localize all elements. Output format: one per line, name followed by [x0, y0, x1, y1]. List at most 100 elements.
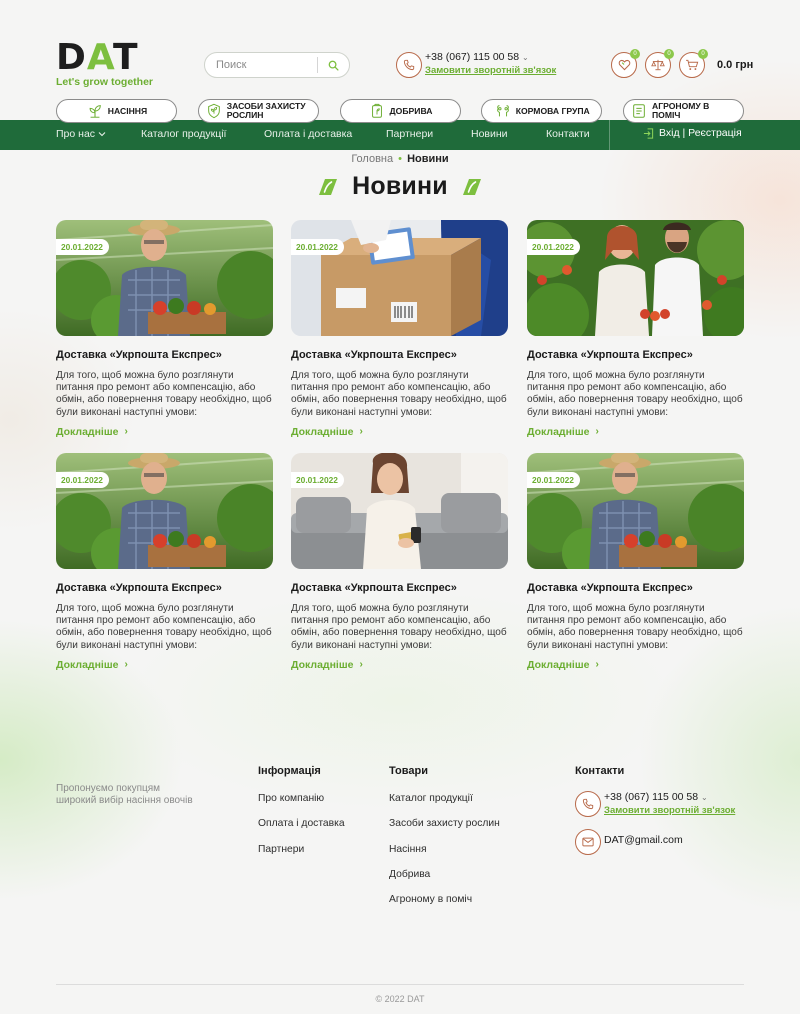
- phone-number[interactable]: +38 (067) 115 00 58 ⌄: [425, 51, 556, 63]
- search-input[interactable]: [205, 59, 317, 71]
- news-title[interactable]: Доставка «Укрпошта Експрес»: [291, 582, 508, 594]
- phone-icon: [396, 52, 422, 78]
- news-image[interactable]: 20.01.2022: [291, 453, 508, 569]
- search-icon: [328, 60, 339, 71]
- footer-goods-title: Товари: [389, 765, 428, 777]
- news-title[interactable]: Доставка «Укрпошта Експрес»: [527, 582, 744, 594]
- nav-partners[interactable]: Партнери: [386, 128, 433, 140]
- cart-button[interactable]: 0: [679, 49, 708, 78]
- footer-link-plant-protection[interactable]: Засоби захисту рослин: [389, 818, 500, 843]
- logo[interactable]: DAT Let's grow together: [56, 37, 160, 89]
- scales-icon: [651, 59, 665, 71]
- header-actions: 0 0 0 0.0 грн: [611, 49, 753, 78]
- breadcrumb-current: Новини: [407, 153, 449, 165]
- plant-protection-icon: [205, 102, 223, 120]
- news-title[interactable]: Доставка «Укрпошта Експрес»: [291, 349, 508, 361]
- mail-icon: [575, 829, 601, 855]
- feed-icon: [494, 102, 512, 120]
- news-excerpt: Для того, щоб можна було розглянути пита…: [527, 370, 743, 418]
- news-image[interactable]: 20.01.2022: [56, 453, 273, 569]
- read-more-link[interactable]: Докладніше ›: [527, 659, 599, 671]
- footer-link-payment-delivery[interactable]: Оплата і доставка: [258, 818, 345, 843]
- footer-info-title: Інформація: [258, 765, 321, 777]
- nav-contacts[interactable]: Контакти: [546, 128, 590, 140]
- news-card: 20.01.2022 Доставка «Укрпошта Експрес» Д…: [291, 453, 508, 673]
- category-agronomist-help[interactable]: Агроному в поміч: [623, 99, 744, 123]
- news-card: 20.01.2022 Доставка «Укрпошта Експрес» Д…: [527, 453, 744, 673]
- category-fertilizers[interactable]: Добрива: [339, 99, 461, 123]
- heart-icon: [618, 59, 630, 71]
- logo-mark: DAT: [56, 37, 139, 78]
- favorites-badge: 0: [630, 49, 640, 59]
- leaf-icon: [462, 178, 481, 195]
- category-label: Кормова група: [515, 105, 590, 116]
- news-excerpt: Для того, щоб можна було розглянути пита…: [56, 603, 272, 651]
- news-title[interactable]: Доставка «Укрпошта Експрес»: [56, 582, 273, 594]
- nav-divider: [609, 120, 610, 150]
- category-feed-group[interactable]: Кормова група: [481, 99, 603, 123]
- chevron-down-icon[interactable]: ⌄: [701, 793, 708, 802]
- footer-link-about-company[interactable]: Про компанію: [258, 793, 345, 818]
- news-date: 20.01.2022: [527, 239, 580, 255]
- footer-email-address[interactable]: DAT@gmail.com: [604, 834, 683, 846]
- news-image[interactable]: 20.01.2022: [291, 220, 508, 336]
- chevron-right-icon: ›: [359, 659, 363, 671]
- read-more-link[interactable]: Докладніше ›: [56, 659, 128, 671]
- footer-goods-column: Товари Каталог продукції Засоби захисту …: [389, 765, 500, 919]
- search-button[interactable]: [318, 53, 349, 77]
- read-more-link[interactable]: Докладніше ›: [527, 426, 599, 438]
- news-date: 20.01.2022: [56, 239, 109, 255]
- seed-icon: [86, 102, 104, 120]
- footer-info-column: Інформація Про компанію Оплата і доставк…: [258, 765, 345, 869]
- footer-about: Пропонуємо покупцям широкий вибір насінн…: [56, 783, 193, 806]
- news-image[interactable]: 20.01.2022: [56, 220, 273, 336]
- page: DAT Let's grow together +38 (067) 115 00…: [0, 0, 800, 1004]
- footer-link-fertilizers[interactable]: Добрива: [389, 869, 500, 894]
- footer-contacts-title: Контакти: [575, 765, 625, 777]
- news-title[interactable]: Доставка «Укрпошта Експрес»: [527, 349, 744, 361]
- callback-link[interactable]: Замовити зворотній зв'язок: [425, 65, 556, 76]
- news-card: 20.01.2022 Доставка «Укрпошта Експрес» Д…: [527, 220, 744, 440]
- read-more-link[interactable]: Докладніше ›: [291, 659, 363, 671]
- footer-divider: [56, 984, 744, 985]
- footer-link-partners[interactable]: Партнери: [258, 844, 345, 869]
- footer-link-seeds[interactable]: Насіння: [389, 844, 500, 869]
- category-seeds[interactable]: Насіння: [56, 99, 177, 123]
- agronomist-icon: [630, 102, 648, 120]
- logo-tagline: Let's grow together: [56, 76, 154, 88]
- news-excerpt: Для того, щоб можна було розглянути пита…: [291, 370, 507, 418]
- footer-callback-link[interactable]: Замовити зворотній зв'язок: [604, 805, 735, 816]
- copyright: © 2022 DAT: [375, 994, 425, 1004]
- nav-catalog[interactable]: Каталог продукції: [141, 128, 226, 140]
- chevron-right-icon: ›: [124, 659, 128, 671]
- chevron-right-icon: ›: [595, 426, 599, 438]
- news-image[interactable]: 20.01.2022: [527, 220, 744, 336]
- nav-news[interactable]: Новини: [471, 128, 508, 140]
- footer-link-catalog[interactable]: Каталог продукції: [389, 793, 500, 818]
- favorites-button[interactable]: 0: [611, 49, 640, 78]
- main-nav: Про нас Каталог продукції Оплата і доста…: [0, 120, 800, 150]
- chevron-right-icon: ›: [124, 426, 128, 438]
- news-date: 20.01.2022: [527, 472, 580, 488]
- news-date: 20.01.2022: [291, 239, 344, 255]
- read-more-link[interactable]: Докладніше ›: [56, 426, 128, 438]
- news-excerpt: Для того, щоб можна було розглянути пита…: [527, 603, 743, 651]
- chevron-down-icon[interactable]: ⌄: [522, 53, 529, 62]
- news-title[interactable]: Доставка «Укрпошта Експрес»: [56, 349, 273, 361]
- footer-phone-number[interactable]: +38 (067) 115 00 58 ⌄: [604, 791, 735, 803]
- news-card: 20.01.2022 Доставка «Укрпошта Експрес» Д…: [56, 220, 273, 440]
- nav-payment-delivery[interactable]: Оплата і доставка: [264, 128, 352, 140]
- login-register-link[interactable]: Вхід | Реєстрація: [643, 127, 742, 139]
- compare-button[interactable]: 0: [645, 49, 674, 78]
- news-image[interactable]: 20.01.2022: [527, 453, 744, 569]
- category-plant-protection[interactable]: Засоби захисту рослин: [197, 99, 319, 123]
- compare-badge: 0: [664, 49, 674, 59]
- leaf-icon: [319, 178, 338, 195]
- breadcrumb-home[interactable]: Головна: [351, 153, 393, 165]
- read-more-link[interactable]: Докладніше ›: [291, 426, 363, 438]
- category-pills: Насіння Засоби захисту рослин Добрива Ко…: [56, 99, 744, 123]
- chevron-right-icon: ›: [595, 659, 599, 671]
- fertilizer-icon: [368, 102, 386, 120]
- nav-about[interactable]: Про нас: [56, 128, 106, 140]
- footer-link-agronomist-help[interactable]: Агроному в поміч: [389, 894, 500, 919]
